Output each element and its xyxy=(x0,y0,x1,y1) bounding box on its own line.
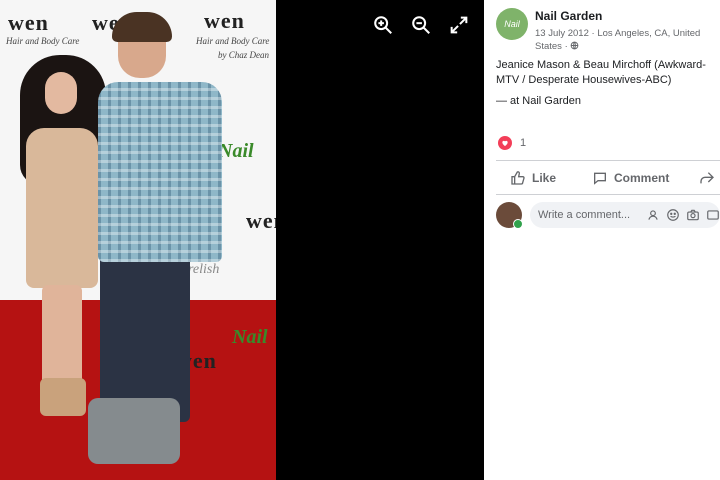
comment-icon xyxy=(594,172,607,185)
page-avatar[interactable]: Nail xyxy=(496,8,528,40)
fullscreen-icon[interactable] xyxy=(448,14,470,36)
reaction-summary[interactable]: 1 xyxy=(498,136,526,150)
camera-icon[interactable] xyxy=(686,208,700,222)
comment-label: Comment xyxy=(614,171,670,185)
love-reaction-icon xyxy=(498,136,512,150)
share-button[interactable] xyxy=(699,170,715,186)
divider xyxy=(496,160,720,161)
woman-face xyxy=(45,72,77,114)
viewer-toolbar xyxy=(372,14,472,36)
comment-button[interactable]: Comment xyxy=(592,170,669,186)
avatar-sticker-icon[interactable] xyxy=(646,208,660,222)
brand-logo: wen xyxy=(204,8,245,33)
avatar-logo-text: Nail xyxy=(504,19,520,29)
thumbs-up-icon xyxy=(511,171,525,185)
globe-icon xyxy=(571,41,579,50)
meta-separator: · xyxy=(591,28,595,39)
nail-logo: Nail xyxy=(218,140,254,162)
post-caption: Jeanice Mason & Beau Mirchoff (Awkward-M… xyxy=(496,59,706,86)
brand-subtitle-2: by Chaz Dean xyxy=(218,50,269,60)
post-separator-dot: · xyxy=(564,41,568,52)
comment-input[interactable]: Write a comment... xyxy=(530,202,720,228)
checkin-location[interactable]: — at Nail Garden xyxy=(496,95,581,107)
divider xyxy=(496,194,720,195)
nail-logo: Nail xyxy=(232,326,268,348)
post-photo: wen Hair and Body Care wen wen Hair and … xyxy=(0,0,276,480)
brand-subtitle: Hair and Body Care xyxy=(6,36,80,46)
comment-placeholder: Write a comment... xyxy=(538,209,631,221)
zoom-in-icon[interactable] xyxy=(372,14,394,36)
man-jeans xyxy=(100,252,190,422)
post-meta: 13 July 2012 · Los Angeles, CA, United S… xyxy=(535,27,715,53)
woman-dress xyxy=(26,128,98,288)
comment-composer: Write a comment... xyxy=(496,201,720,229)
relish-logo: relish xyxy=(188,262,220,277)
post-side-panel: Nail Nail Garden 13 July 2012 · Los Ange… xyxy=(484,0,720,480)
woman-shoes xyxy=(40,378,86,416)
like-button[interactable]: Like xyxy=(510,170,556,186)
post-actions: Like Comment xyxy=(496,166,720,190)
brand-logo: wen xyxy=(246,208,276,233)
page-name-link[interactable]: Nail Garden xyxy=(535,9,602,23)
user-avatar[interactable] xyxy=(496,202,523,229)
share-icon xyxy=(700,172,715,184)
reaction-count: 1 xyxy=(520,137,527,149)
man-shirt xyxy=(98,82,222,262)
emoji-icon[interactable] xyxy=(666,208,680,222)
brand-logo: wen xyxy=(8,10,49,35)
gif-icon[interactable] xyxy=(706,208,720,222)
like-label: Like xyxy=(532,171,557,185)
woman-legs xyxy=(42,285,82,385)
man-shoes xyxy=(88,398,180,464)
zoom-out-icon[interactable] xyxy=(410,14,432,36)
brand-subtitle: Hair and Body Care xyxy=(196,36,270,46)
post-date[interactable]: 13 July 2012 xyxy=(535,28,589,39)
